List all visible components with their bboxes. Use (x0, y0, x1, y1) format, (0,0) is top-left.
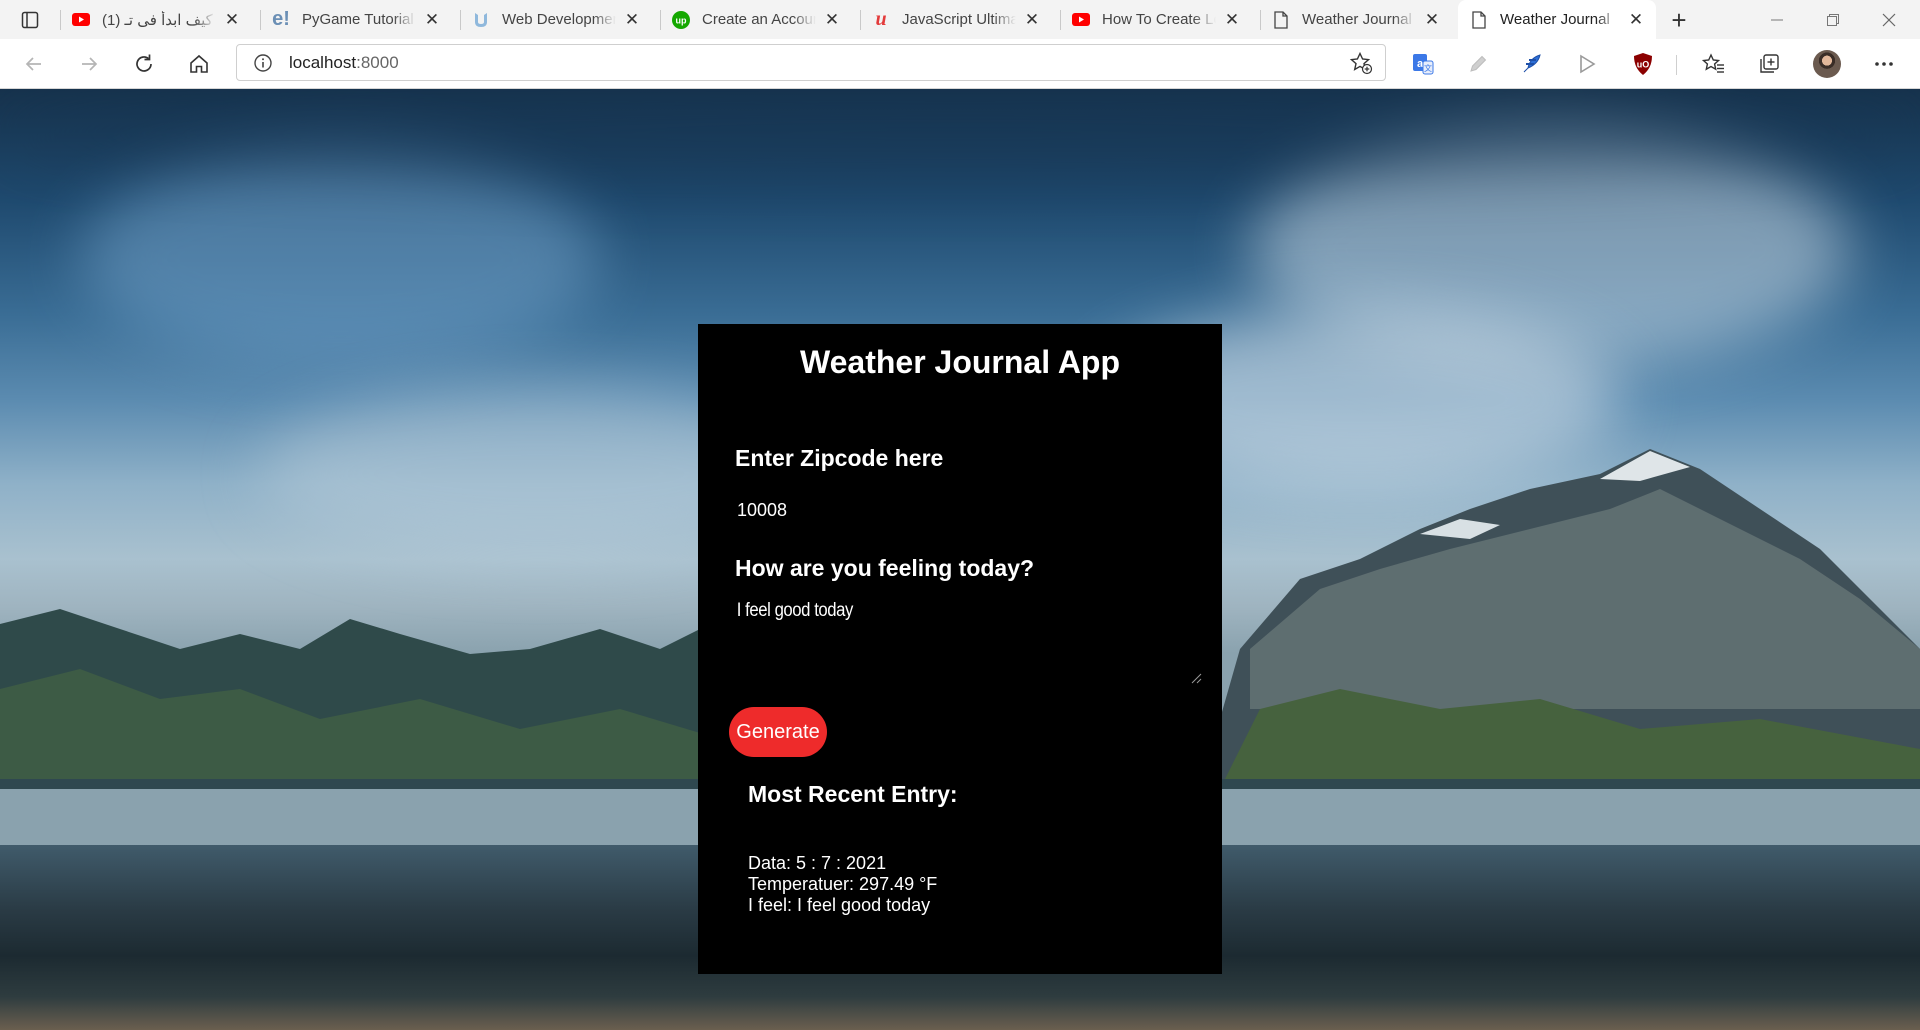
tab-youtube-arabic[interactable]: (1) كيف ابدأ فى تـ ✕ (60, 0, 252, 39)
upwork-icon: up (672, 10, 690, 29)
close-icon[interactable]: ✕ (1222, 10, 1242, 30)
translate-extension-icon[interactable]: a文 (1407, 48, 1439, 80)
close-icon[interactable]: ✕ (622, 10, 642, 30)
tab-title: How To Create Lo (1102, 11, 1216, 28)
close-icon[interactable]: ✕ (222, 10, 242, 30)
page-viewport: Weather Journal App Enter Zipcode here H… (0, 89, 1920, 1030)
restore-icon[interactable] (1810, 0, 1856, 39)
quill-extension-icon[interactable] (1516, 48, 1548, 80)
tab-web-development[interactable]: Web Development ✕ (460, 0, 652, 39)
more-options-icon[interactable] (1868, 48, 1900, 80)
minimize-icon[interactable] (1754, 0, 1800, 39)
tab-divider (460, 10, 461, 30)
toolbar-divider (1676, 55, 1677, 75)
url-host: localhost (289, 52, 357, 72)
play-extension-icon[interactable] (1571, 48, 1603, 80)
address-bar[interactable]: localhost:8000 (236, 44, 1386, 81)
site-info-icon[interactable] (251, 51, 275, 75)
generate-button[interactable]: Generate (729, 707, 827, 757)
tab-upwork[interactable]: up Create an Account ✕ (660, 0, 852, 39)
udemy-icon: u (875, 8, 887, 30)
tab-strip: (1) كيف ابدأ فى تـ ✕ e! PyGame Tutorial … (0, 0, 1920, 39)
youtube-icon (72, 11, 90, 29)
browser-toolbar: localhost:8000 a文 uO (0, 39, 1920, 89)
app-title: Weather Journal App (799, 344, 1121, 380)
tab-divider (260, 10, 261, 30)
entry-content: I feel: I feel good today (748, 895, 931, 915)
tab-divider (860, 10, 861, 30)
recent-entry-title: Most Recent Entry: (748, 781, 958, 807)
feelings-textarea[interactable]: I feel good today (735, 600, 1147, 692)
url-text[interactable]: localhost:8000 (289, 53, 1347, 73)
url-port: :8000 (356, 52, 399, 72)
close-icon[interactable]: ✕ (422, 10, 442, 30)
add-favorite-icon[interactable] (1347, 49, 1375, 77)
resize-grip-icon[interactable] (1190, 672, 1202, 684)
close-icon[interactable]: ✕ (822, 10, 842, 30)
close-icon[interactable]: ✕ (1022, 10, 1042, 30)
entry-temperature: Temperatuer: 297.49 °F (748, 874, 938, 894)
e-letter-icon: e! (272, 8, 290, 30)
tab-title: JavaScript Ultimate (902, 11, 1016, 28)
tab-actions-icon[interactable] (14, 6, 46, 34)
close-window-icon[interactable] (1866, 0, 1912, 39)
tab-divider (660, 10, 661, 30)
tab-title: PyGame Tutorial (302, 11, 414, 28)
tab-youtube-create[interactable]: How To Create Lo ✕ (1060, 0, 1252, 39)
refresh-icon[interactable] (128, 48, 160, 80)
close-icon[interactable]: ✕ (1626, 10, 1646, 30)
pen-extension-icon[interactable] (1462, 48, 1494, 80)
forward-icon[interactable] (73, 48, 105, 80)
zipcode-input[interactable] (735, 492, 1177, 528)
entry-date: Data: 5 : 7 : 2021 (748, 853, 887, 873)
page-icon (1272, 10, 1290, 29)
back-icon[interactable] (18, 48, 50, 80)
new-tab-button[interactable]: + (1663, 4, 1695, 36)
svg-text:文: 文 (1424, 63, 1432, 73)
svg-text:up: up (676, 15, 687, 25)
tab-weather-journal-active[interactable]: Weather Journal ✕ (1458, 0, 1656, 39)
close-icon[interactable]: ✕ (1422, 10, 1442, 30)
tab-pygame[interactable]: e! PyGame Tutorial ✕ (260, 0, 452, 39)
svg-text:uO: uO (1637, 60, 1650, 70)
tab-udemy[interactable]: u JavaScript Ultimate ✕ (860, 0, 1052, 39)
tab-title: Create an Account (702, 11, 816, 28)
zipcode-label: Enter Zipcode here (735, 445, 944, 471)
page-icon (1470, 10, 1488, 29)
feelings-label: How are you feeling today? (735, 555, 1035, 581)
tab-divider (1060, 10, 1061, 30)
udacity-icon (472, 11, 490, 29)
tab-title: Weather Journal (1500, 11, 1610, 28)
collections-icon[interactable] (1753, 48, 1785, 80)
favorites-icon[interactable] (1698, 48, 1730, 80)
profile-avatar[interactable] (1813, 50, 1841, 78)
weather-journal-card: Weather Journal App Enter Zipcode here H… (698, 324, 1222, 974)
tab-title: Web Development (502, 11, 616, 28)
home-icon[interactable] (183, 48, 215, 80)
ublock-shield-icon[interactable]: uO (1627, 48, 1659, 80)
youtube-icon (1072, 11, 1090, 29)
tab-divider (1260, 10, 1261, 30)
tab-weather-journal[interactable]: Weather Journal ✕ (1260, 0, 1452, 39)
tab-title: (1) كيف ابدأ فى تـ (102, 11, 213, 29)
tab-title: Weather Journal (1302, 11, 1412, 28)
tab-divider (60, 10, 61, 30)
